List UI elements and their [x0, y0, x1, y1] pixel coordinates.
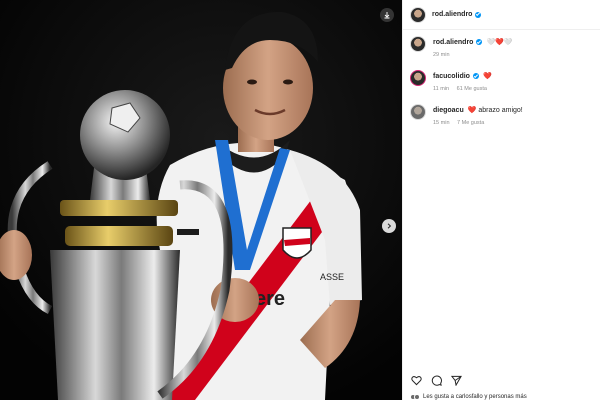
comment-text: ❤️: [482, 73, 492, 80]
verified-badge-icon: [472, 73, 479, 79]
comment-likes[interactable]: 7 Me gusta: [457, 120, 484, 126]
chevron-right-icon: [387, 223, 392, 229]
verified-badge-icon: [475, 11, 482, 18]
download-button[interactable]: [380, 8, 394, 22]
like-button[interactable]: [410, 374, 422, 386]
comment-time: 29 min: [433, 52, 450, 58]
comment-time: 15 min: [433, 120, 450, 126]
comment-likes[interactable]: 61 Me gusta: [457, 86, 487, 92]
comment-item: rod.aliendro 🤍❤️🤍 29 min: [410, 36, 593, 58]
next-photo-button[interactable]: [382, 219, 396, 233]
post-actions: [410, 374, 470, 386]
liked-by-text: Les gusta a carlosfallo y personas más: [423, 394, 527, 400]
avatar[interactable]: [410, 6, 426, 23]
post-photo-pane[interactable]: ASSE ere: [0, 0, 402, 400]
post-photo: ASSE ere: [0, 0, 402, 400]
download-icon: [384, 12, 390, 19]
avatar: [414, 394, 420, 400]
avatar[interactable]: [410, 70, 426, 86]
comment-username[interactable]: rod.aliendro: [433, 39, 473, 46]
comment-username[interactable]: diegoacu: [433, 107, 464, 114]
comment-time: 11 min: [433, 86, 450, 92]
post-header: rod.aliendro: [403, 0, 600, 30]
heart-icon: [410, 375, 422, 385]
comment-button[interactable]: [430, 374, 442, 386]
comment-item: diegoacu ❤️ abrazo amigo! 15 min 7 Me gu…: [410, 104, 593, 126]
author-username[interactable]: rod.aliendro: [432, 11, 472, 18]
comment-text: 🤍❤️🤍: [486, 39, 513, 46]
comment-username[interactable]: facucolidio: [433, 73, 470, 80]
post-sidebar: rod.aliendro rod.aliendro 🤍❤️🤍 29 min fa…: [402, 0, 600, 400]
svg-text:ere: ere: [255, 288, 285, 310]
share-button[interactable]: [450, 374, 462, 386]
svg-text:ASSE: ASSE: [320, 272, 344, 282]
comment-list: rod.aliendro 🤍❤️🤍 29 min facucolidio ❤️: [403, 30, 600, 126]
send-icon: [450, 375, 462, 386]
comment-text: ❤️ abrazo amigo!: [467, 107, 523, 114]
verified-badge-icon: [476, 39, 483, 45]
comment-icon: [431, 375, 442, 386]
avatar[interactable]: [410, 104, 426, 120]
comment-item: facucolidio ❤️ 11 min 61 Me gusta: [410, 70, 593, 92]
liked-by-line[interactable]: Les gusta a carlosfallo y personas más: [410, 394, 527, 400]
avatar[interactable]: [410, 36, 426, 52]
